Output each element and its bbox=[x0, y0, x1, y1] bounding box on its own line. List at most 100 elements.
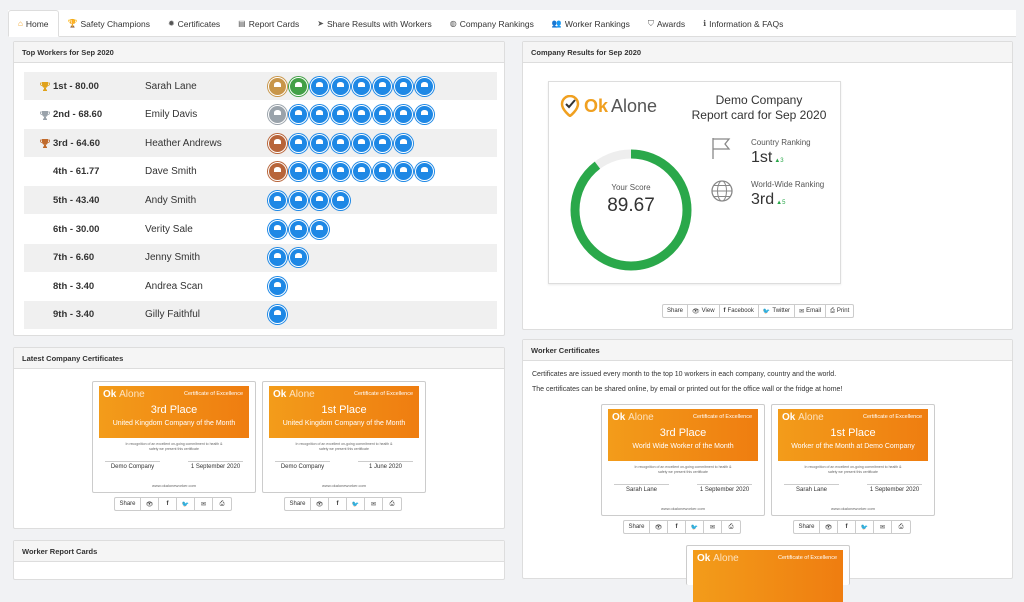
email-button[interactable]: ✉ bbox=[365, 498, 383, 510]
print-button[interactable]: ⎙ bbox=[892, 521, 910, 533]
award-badge-icon[interactable] bbox=[268, 133, 287, 153]
view-button[interactable]: 👁 bbox=[141, 498, 159, 510]
award-badge-icon[interactable] bbox=[352, 133, 371, 153]
award-badge-icon[interactable] bbox=[310, 190, 329, 210]
twitter-icon: 🐦 bbox=[181, 501, 190, 508]
award-badge-icon[interactable] bbox=[394, 162, 413, 182]
print-button[interactable]: ⎙ bbox=[722, 521, 740, 533]
trophy-icon bbox=[40, 110, 50, 120]
award-badge-icon[interactable] bbox=[373, 76, 392, 96]
view-button[interactable]: 👁 View bbox=[688, 305, 720, 317]
award-badge-icon[interactable] bbox=[331, 76, 350, 96]
panel-title: Worker Certificates bbox=[523, 340, 1012, 361]
award-badge-icon[interactable] bbox=[352, 162, 371, 182]
award-badge-icon[interactable] bbox=[268, 276, 287, 296]
award-badge-icon[interactable] bbox=[331, 190, 350, 210]
award-badge-icon[interactable] bbox=[289, 105, 308, 125]
award-badge-icon[interactable] bbox=[394, 76, 413, 96]
award-badge-icon[interactable] bbox=[268, 162, 287, 182]
facebook-button[interactable]: f Facebook bbox=[720, 305, 759, 317]
share-button[interactable]: Share bbox=[794, 521, 820, 533]
twitter-button[interactable]: 🐦 Twitter bbox=[759, 305, 796, 317]
award-badge-icon[interactable] bbox=[268, 190, 287, 210]
twitter-button[interactable]: 🐦 bbox=[177, 498, 195, 510]
award-badge-icon[interactable] bbox=[289, 248, 308, 268]
award-badge-icon[interactable] bbox=[310, 162, 329, 182]
certificate-card[interactable]: Ok Alone Certificate of Excellence 3rd Pla… bbox=[92, 381, 256, 493]
award-badge-icon[interactable] bbox=[310, 133, 329, 153]
certificate-card[interactable]: Ok Alone Certificate of Excellence 1st Pla… bbox=[771, 404, 935, 516]
award-badge-icon[interactable] bbox=[415, 105, 434, 125]
award-badge-icon[interactable] bbox=[394, 105, 413, 125]
view-button[interactable]: 👁 bbox=[650, 521, 668, 533]
twitter-button[interactable]: 🐦 bbox=[347, 498, 365, 510]
facebook-icon: f bbox=[336, 501, 339, 507]
facebook-button[interactable]: f bbox=[159, 498, 177, 510]
facebook-button[interactable]: f bbox=[838, 521, 856, 533]
eye-icon: 👁 bbox=[692, 308, 700, 315]
facebook-button[interactable]: f bbox=[668, 521, 686, 533]
facebook-icon: f bbox=[845, 524, 848, 530]
award-badge-icon[interactable] bbox=[310, 76, 329, 96]
tab-home[interactable]: ⌂ Home bbox=[8, 10, 59, 37]
email-button[interactable]: ✉ bbox=[195, 498, 213, 510]
tab-certificates[interactable]: ✹ Certificates bbox=[159, 10, 229, 37]
email-button[interactable]: ✉ bbox=[874, 521, 892, 533]
award-badge-icon[interactable] bbox=[373, 105, 392, 125]
award-badge-icon[interactable] bbox=[331, 133, 350, 153]
award-badge-icon[interactable] bbox=[289, 219, 308, 239]
award-badge-icon[interactable] bbox=[268, 219, 287, 239]
email-button[interactable]: ✉ bbox=[704, 521, 722, 533]
award-badge-icon[interactable] bbox=[268, 76, 287, 96]
tab-safety-champions[interactable]: 🏆 Safety Champions bbox=[59, 10, 159, 37]
award-badge-icon[interactable] bbox=[289, 162, 308, 182]
award-badge-icon[interactable] bbox=[289, 190, 308, 210]
facebook-button[interactable]: f bbox=[329, 498, 347, 510]
award-badge-icon[interactable] bbox=[268, 248, 287, 268]
tab-awards[interactable]: ⛉ Awards bbox=[639, 10, 694, 37]
trophy-icon: 🏆 bbox=[67, 19, 78, 28]
view-button[interactable]: 👁 bbox=[311, 498, 329, 510]
award-badge-icon[interactable] bbox=[373, 133, 392, 153]
award-badge-icon[interactable] bbox=[289, 76, 308, 96]
award-badge-icon[interactable] bbox=[352, 76, 371, 96]
tab-share-results-with-workers[interactable]: ➤ Share Results with Workers bbox=[308, 10, 440, 37]
ok-alone-logo: Ok Alone bbox=[273, 389, 315, 400]
print-icon: ⎙ bbox=[728, 523, 734, 530]
tab-worker-rankings[interactable]: 👥 Worker Rankings bbox=[543, 10, 639, 37]
award-badge-icon[interactable] bbox=[310, 105, 329, 125]
award-badge-icon[interactable] bbox=[415, 162, 434, 182]
award-badge-icon[interactable] bbox=[394, 133, 413, 153]
award-badge-icon[interactable] bbox=[289, 133, 308, 153]
worker-name: Emily Davis bbox=[145, 109, 198, 121]
share-button[interactable]: Share bbox=[285, 498, 311, 510]
award-badge-icon[interactable] bbox=[268, 105, 287, 125]
print-button[interactable]: ⎙ bbox=[383, 498, 401, 510]
award-badge-icon[interactable] bbox=[373, 162, 392, 182]
email-icon: ✉ bbox=[370, 501, 377, 508]
twitter-icon: 🐦 bbox=[690, 524, 699, 531]
print-icon: ⎙ bbox=[219, 500, 225, 507]
certificate-card[interactable]: Ok Alone Certificate of Excellence 1st Pla… bbox=[262, 381, 426, 493]
award-badge-icon[interactable] bbox=[331, 162, 350, 182]
view-button[interactable]: 👁 bbox=[820, 521, 838, 533]
award-badge-icon[interactable] bbox=[352, 105, 371, 125]
print-button[interactable]: ⎙ Print bbox=[826, 305, 853, 317]
award-badge-icon[interactable] bbox=[415, 76, 434, 96]
score-value: 89.67 bbox=[607, 195, 655, 216]
email-button[interactable]: ✉ Email bbox=[795, 305, 827, 317]
award-badge-icon[interactable] bbox=[268, 305, 287, 325]
award-badge-icon[interactable] bbox=[331, 105, 350, 125]
eye-icon: 👁 bbox=[654, 524, 663, 531]
award-badge-icon[interactable] bbox=[310, 219, 329, 239]
share-button[interactable]: Share bbox=[624, 521, 650, 533]
share-button[interactable]: Share bbox=[663, 305, 689, 317]
tab-report-cards[interactable]: ▤ Report Cards bbox=[229, 10, 308, 37]
tab-information-faqs[interactable]: ℹ Information & FAQs bbox=[694, 10, 792, 37]
share-button[interactable]: Share bbox=[115, 498, 141, 510]
certificate-card[interactable]: Ok Alone Certificate of Excellence 3rd Pla… bbox=[601, 404, 765, 516]
tab-company-rankings[interactable]: ◍ Company Rankings bbox=[441, 10, 543, 37]
twitter-button[interactable]: 🐦 bbox=[686, 521, 704, 533]
twitter-button[interactable]: 🐦 bbox=[856, 521, 874, 533]
print-button[interactable]: ⎙ bbox=[213, 498, 231, 510]
